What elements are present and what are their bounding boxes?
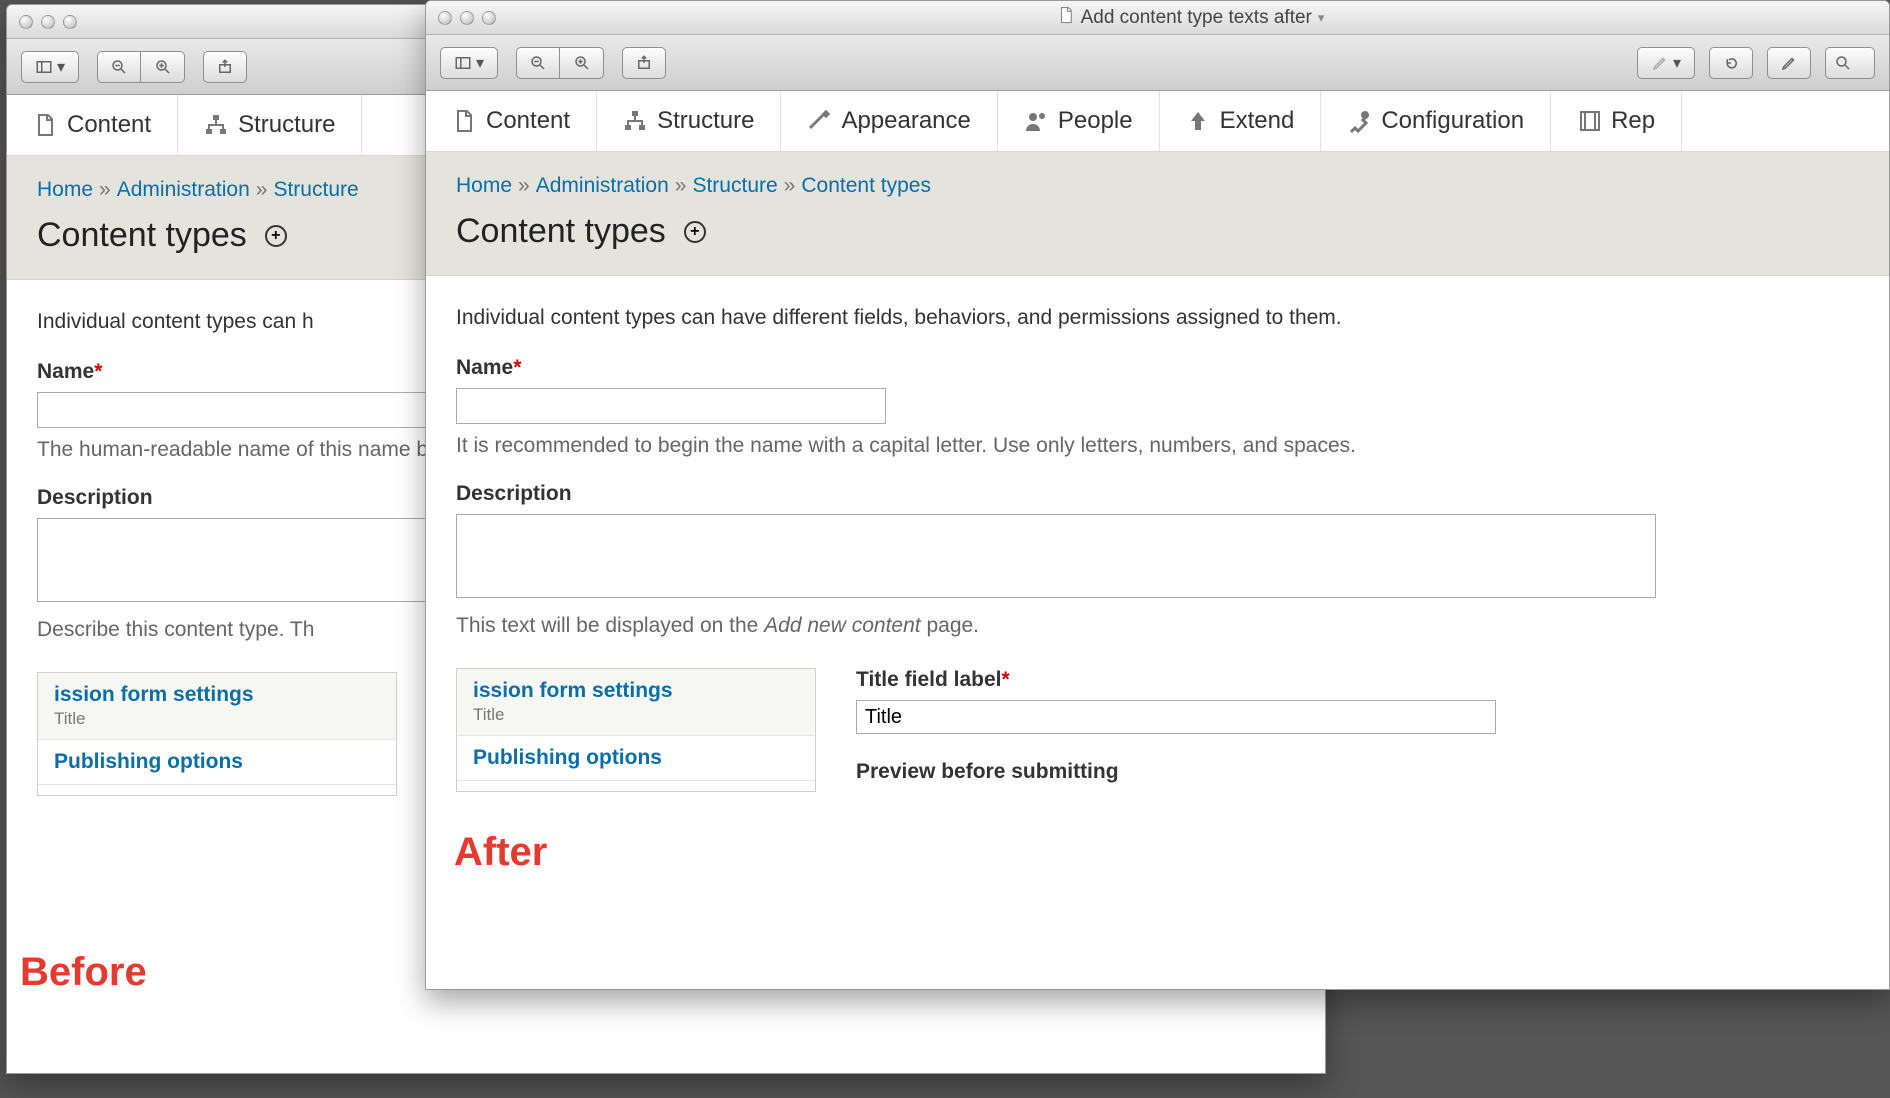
menu-label: Rep <box>1611 107 1655 135</box>
menu-appearance[interactable]: Appearance <box>781 91 997 151</box>
tab-subtitle: Title <box>54 709 380 729</box>
titlebar[interactable]: Add content type texts after ▾ <box>426 1 1889 35</box>
menu-reports[interactable]: Rep <box>1551 91 1682 151</box>
admin-menu: Content Structure Appearance People Exte… <box>426 91 1889 152</box>
breadcrumb: Home » Administration » Structure » Cont… <box>456 174 1859 198</box>
description-help: This text will be displayed on the Add n… <box>456 614 1556 638</box>
page-title: Content types <box>37 216 247 255</box>
zoom-out-button[interactable] <box>97 51 141 83</box>
tab-subtitle: Title <box>473 705 799 725</box>
menu-structure[interactable]: Structure <box>178 95 362 155</box>
name-label: Name* <box>456 356 1859 380</box>
menu-label: Structure <box>238 111 335 139</box>
page-header: Home » Administration » Structure » Cont… <box>426 152 1889 276</box>
description-input[interactable] <box>456 514 1656 598</box>
close-icon[interactable] <box>19 15 33 29</box>
close-icon[interactable] <box>438 11 452 25</box>
revert-button[interactable] <box>1709 47 1753 79</box>
minimize-icon[interactable] <box>41 15 55 29</box>
crumb-sep: » <box>99 178 111 202</box>
description-label: Description <box>456 482 1859 506</box>
name-input[interactable] <box>37 392 467 428</box>
vertical-tabs: ission form settings Title Publishing op… <box>37 672 397 796</box>
traffic-lights[interactable] <box>19 15 77 29</box>
toolbar: ▾ ▾ <box>426 35 1889 91</box>
menu-content[interactable]: Content <box>7 95 178 155</box>
tab-submission-settings[interactable]: ission form settings Title <box>38 673 396 740</box>
tab-content: Title field label* Preview before submit… <box>856 668 1859 792</box>
page-title: Content types <box>456 212 666 251</box>
crumb-structure[interactable]: Structure <box>692 174 777 198</box>
menu-structure[interactable]: Structure <box>597 91 781 151</box>
add-button[interactable]: + <box>684 221 706 243</box>
document-icon <box>1057 6 1075 30</box>
chevron-down-icon[interactable]: ▾ <box>1318 10 1325 26</box>
zoom-in-button[interactable] <box>560 47 604 79</box>
menu-people[interactable]: People <box>998 91 1160 151</box>
menu-label: Content <box>67 111 151 139</box>
zoom-icon[interactable] <box>63 15 77 29</box>
add-button[interactable]: + <box>265 225 287 247</box>
crumb-home[interactable]: Home <box>37 178 93 202</box>
tab-title: Publishing options <box>54 750 380 774</box>
zoom-out-button[interactable] <box>516 47 560 79</box>
pencil-dropdown-button[interactable]: ▾ <box>1637 47 1695 79</box>
menu-label: Configuration <box>1381 107 1524 135</box>
window-title[interactable]: Add content type texts after ▾ <box>1057 6 1325 30</box>
menu-label: Structure <box>657 107 754 135</box>
search-button[interactable] <box>1825 47 1875 79</box>
menu-label: People <box>1058 107 1133 135</box>
menu-label: Content <box>486 107 570 135</box>
menu-label: Extend <box>1220 107 1295 135</box>
tab-title: ission form settings <box>54 683 380 707</box>
zoom-in-button[interactable] <box>141 51 185 83</box>
name-input[interactable] <box>456 388 886 424</box>
name-help: It is recommended to begin the name with… <box>456 434 1556 458</box>
crumb-structure[interactable]: Structure <box>273 178 358 202</box>
crumb-admin[interactable]: Administration <box>536 174 669 198</box>
window-title-text: Add content type texts after <box>1081 7 1312 29</box>
menu-label: Appearance <box>841 107 970 135</box>
crumb-sep: » <box>256 178 268 202</box>
sidebar-toggle-button[interactable]: ▾ <box>440 47 498 79</box>
tab-title: ission form settings <box>473 679 799 703</box>
sidebar-toggle-button[interactable]: ▾ <box>21 51 79 83</box>
vertical-tabs: ission form settings Title Publishing op… <box>456 668 816 792</box>
share-button[interactable] <box>622 47 666 79</box>
zoom-icon[interactable] <box>482 11 496 25</box>
crumb-sep: » <box>675 174 687 198</box>
tab-publishing-options[interactable]: Publishing options <box>38 740 396 785</box>
tab-title: Publishing options <box>473 746 799 770</box>
menu-content[interactable]: Content <box>426 91 597 151</box>
crumb-home[interactable]: Home <box>456 174 512 198</box>
crumb-sep: » <box>784 174 796 198</box>
minimize-icon[interactable] <box>460 11 474 25</box>
crumb-admin[interactable]: Administration <box>117 178 250 202</box>
share-button[interactable] <box>203 51 247 83</box>
window-after: Add content type texts after ▾ ▾ ▾ Conte… <box>425 0 1890 990</box>
title-field-label: Title field label* <box>856 668 1859 692</box>
tab-publishing-options[interactable]: Publishing options <box>457 736 815 781</box>
intro-text: Individual content types can have differ… <box>456 306 1859 330</box>
crumb-sep: » <box>518 174 530 198</box>
menu-extend[interactable]: Extend <box>1160 91 1322 151</box>
menu-configuration[interactable]: Configuration <box>1321 91 1551 151</box>
form-body: Individual content types can have differ… <box>426 276 1889 832</box>
traffic-lights[interactable] <box>438 11 496 25</box>
crumb-types[interactable]: Content types <box>801 174 931 198</box>
edit-button[interactable] <box>1767 47 1811 79</box>
tab-submission-settings[interactable]: ission form settings Title <box>457 669 815 736</box>
preview-label: Preview before submitting <box>856 760 1859 784</box>
title-field-input[interactable] <box>856 700 1496 734</box>
